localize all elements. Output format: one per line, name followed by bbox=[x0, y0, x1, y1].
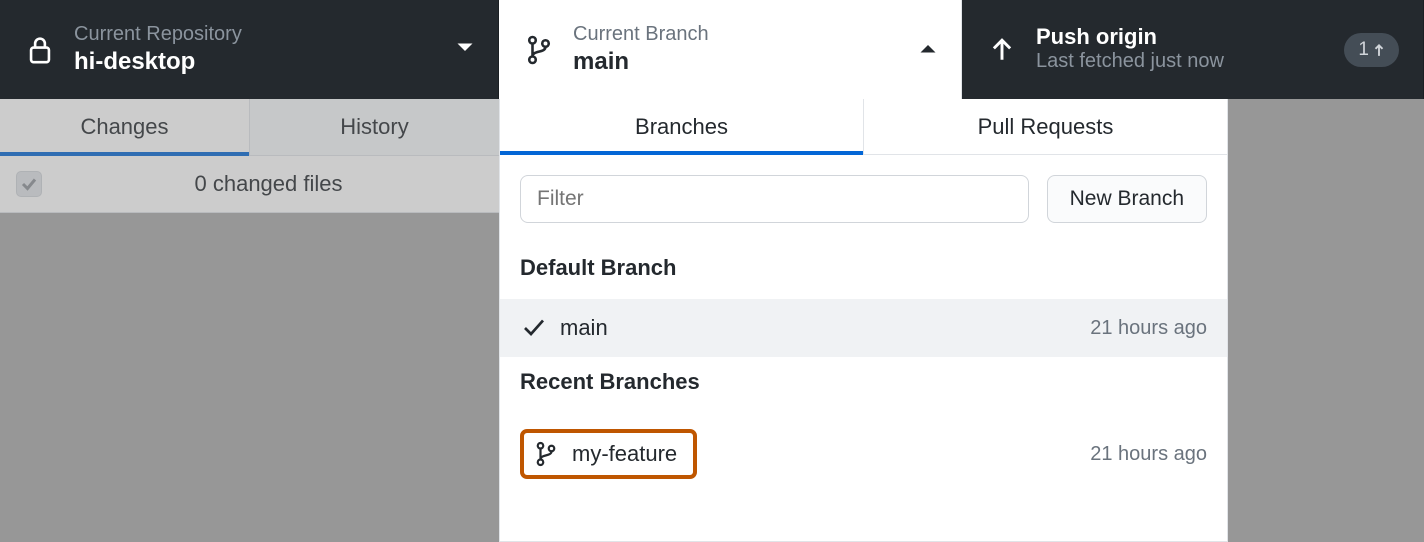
branch-time-label: 21 hours ago bbox=[1090, 443, 1207, 466]
repository-selector[interactable]: Current Repository hi-desktop bbox=[0, 0, 499, 99]
branch-dropdown-panel: Branches Pull Requests New Branch Defaul… bbox=[499, 99, 1228, 542]
sidebar: Changes History 0 changed files bbox=[0, 99, 499, 542]
check-icon bbox=[520, 316, 548, 340]
push-label: Push origin bbox=[1036, 24, 1344, 50]
branch-row-main[interactable]: main 21 hours ago bbox=[500, 299, 1227, 357]
tab-pull-requests[interactable]: Pull Requests bbox=[864, 99, 1227, 154]
repository-label: Current Repository bbox=[74, 23, 456, 46]
branch-filter-input[interactable] bbox=[520, 175, 1029, 223]
tab-branches[interactable]: Branches bbox=[500, 99, 864, 154]
branch-name-label: my-feature bbox=[572, 441, 677, 467]
branch-name: main bbox=[573, 48, 919, 76]
repository-name: hi-desktop bbox=[74, 48, 456, 76]
git-branch-icon bbox=[523, 34, 555, 66]
branch-label: Current Branch bbox=[573, 23, 919, 46]
branch-name-label: main bbox=[560, 315, 1090, 341]
select-all-checkbox[interactable] bbox=[16, 171, 42, 197]
push-origin-button[interactable]: Push origin Last fetched just now 1 bbox=[962, 0, 1424, 99]
tab-history[interactable]: History bbox=[250, 99, 499, 155]
new-branch-button[interactable]: New Branch bbox=[1047, 175, 1207, 223]
git-branch-icon bbox=[532, 441, 560, 467]
lock-icon bbox=[24, 34, 56, 66]
caret-up-icon bbox=[919, 41, 937, 59]
default-branch-header: Default Branch bbox=[500, 243, 1227, 299]
push-status: Last fetched just now bbox=[1036, 50, 1344, 73]
branch-time-label: 21 hours ago bbox=[1090, 317, 1207, 340]
tab-changes[interactable]: Changes bbox=[0, 99, 250, 155]
changed-files-header: 0 changed files bbox=[0, 156, 499, 213]
recent-branches-header: Recent Branches bbox=[500, 357, 1227, 413]
changed-files-count: 0 changed files bbox=[54, 171, 483, 197]
content-area bbox=[1228, 99, 1424, 542]
caret-down-icon bbox=[456, 41, 474, 59]
upload-icon bbox=[986, 34, 1018, 66]
branch-row-my-feature[interactable]: my-feature 21 hours ago bbox=[500, 413, 1227, 495]
push-count-badge: 1 bbox=[1344, 33, 1399, 67]
branch-selector[interactable]: Current Branch main bbox=[499, 0, 962, 99]
